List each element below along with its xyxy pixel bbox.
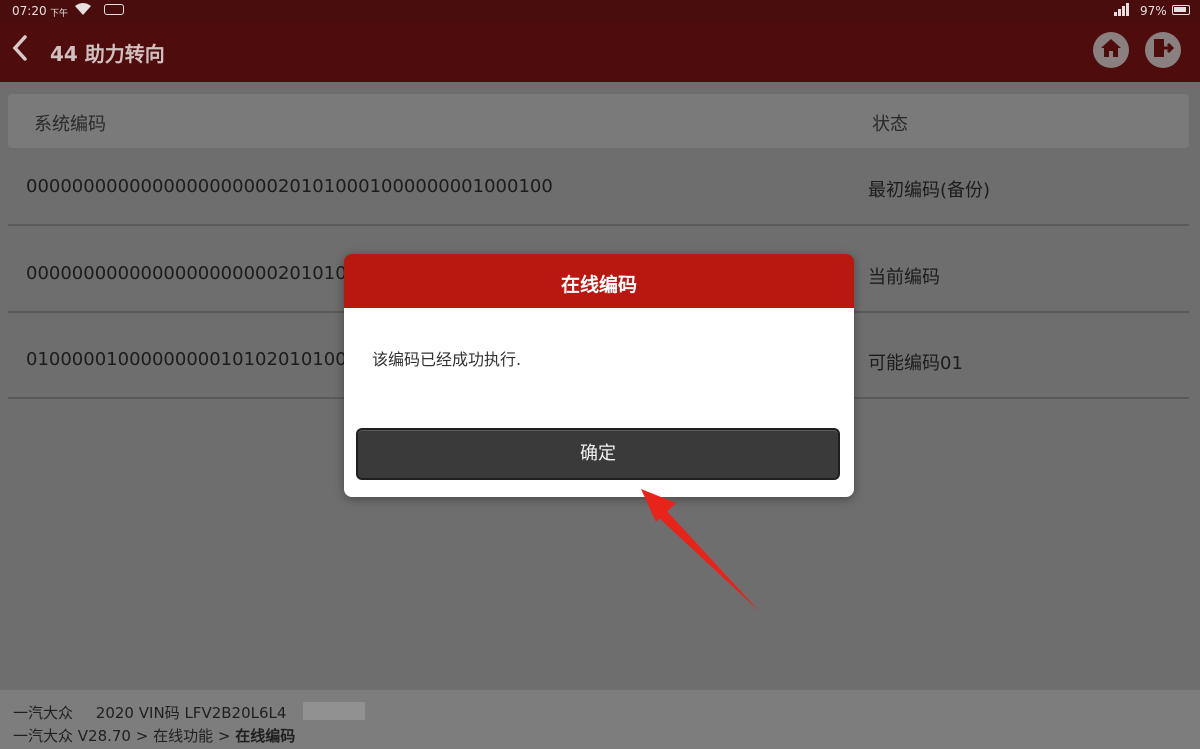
vehicle-make: 一汽大众 (13, 704, 74, 722)
breadcrumb-online-functions: 在线功能 (153, 727, 214, 745)
vehicle-year: 2020 (95, 704, 134, 722)
vehicle-info: 一汽大众 2020 VIN码 LFV2B20L6L4 (13, 702, 286, 723)
footer-info: 一汽大众 2020 VIN码 LFV2B20L6L4 一汽大众 V28.70 >… (0, 690, 1200, 749)
vin-value: LFV2B20L6L4 (184, 704, 287, 722)
breadcrumb-separator: > (217, 727, 231, 745)
annotation-arrow-icon (641, 489, 760, 612)
vin-redaction (303, 702, 365, 720)
breadcrumb: 一汽大众 V28.70 > 在线功能 > 在线编码 (13, 725, 295, 746)
breadcrumb-separator: > (135, 727, 149, 745)
breadcrumb-root: 一汽大众 V28.70 (13, 727, 131, 745)
breadcrumb-current: 在线编码 (235, 727, 296, 745)
vin-label: VIN码 (138, 704, 180, 722)
